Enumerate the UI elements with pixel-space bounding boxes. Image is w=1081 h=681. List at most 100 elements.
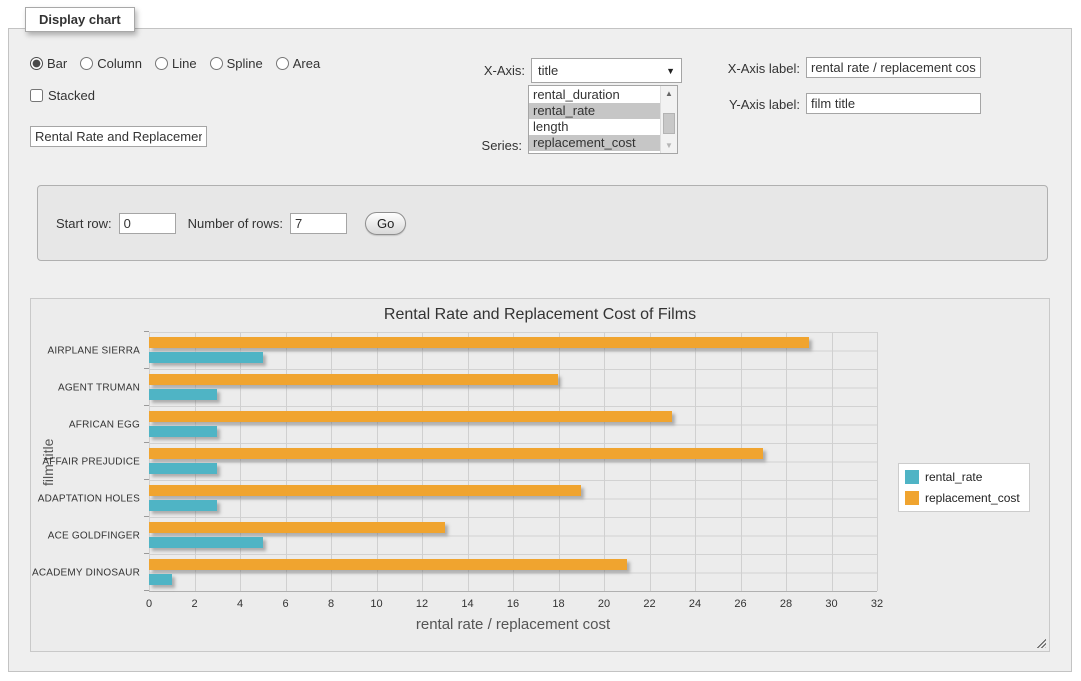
stacked-label: Stacked xyxy=(48,88,95,103)
x-axis-select-label: X-Axis: xyxy=(430,63,525,78)
x-tick-label: 24 xyxy=(689,598,701,610)
stacked-checkbox[interactable] xyxy=(30,89,43,102)
chart-title-input[interactable] xyxy=(30,126,207,147)
bar-rental_rate xyxy=(149,463,217,474)
x-tick-label: 2 xyxy=(191,598,197,610)
category-band: ACE GOLDFINGER xyxy=(149,517,877,554)
chart-type-option-area[interactable]: Area xyxy=(276,56,320,71)
bar-replacement_cost xyxy=(149,448,763,459)
radio-label: Column xyxy=(97,56,142,71)
legend-label: rental_rate xyxy=(925,470,982,484)
category-band: ADAPTATION HOLES xyxy=(149,480,877,517)
x-axis-title: rental rate / replacement cost xyxy=(149,616,877,633)
series-option-rental_rate[interactable]: rental_rate xyxy=(529,103,660,119)
category-band: AGENT TRUMAN xyxy=(149,369,877,406)
series-scrollbar[interactable]: ▲ ▼ xyxy=(660,86,677,153)
x-tick-label: 30 xyxy=(825,598,837,610)
radio-label: Area xyxy=(293,56,320,71)
x-axis-selected-value: title xyxy=(538,63,558,78)
chart-type-option-bar[interactable]: Bar xyxy=(30,56,67,71)
bar-rental_rate xyxy=(149,426,217,437)
caret-down-icon: ▼ xyxy=(666,66,675,76)
series-list-rows: rental_durationrental_ratelengthreplacem… xyxy=(529,87,660,151)
scroll-up-icon[interactable]: ▲ xyxy=(661,86,677,101)
radio-label: Line xyxy=(172,56,197,71)
x-tick-label: 6 xyxy=(282,598,288,610)
radio-bar[interactable] xyxy=(30,57,43,70)
chart-container: Rental Rate and Replacement Cost of Film… xyxy=(30,298,1050,652)
category-label: AFFAIR PREJUDICE xyxy=(42,456,140,467)
bar-rental_rate xyxy=(149,500,217,511)
resize-handle-icon[interactable] xyxy=(1035,637,1046,648)
radio-column[interactable] xyxy=(80,57,93,70)
bar-rental_rate xyxy=(149,389,217,400)
chart-type-radios: Bar Column Line Spline Area xyxy=(30,56,320,71)
y-axis-label-label: Y-Axis label: xyxy=(690,97,800,112)
legend-item-rental_rate[interactable]: rental_rate xyxy=(905,470,1020,484)
stacked-option[interactable]: Stacked xyxy=(30,88,95,103)
x-axis-label-label: X-Axis label: xyxy=(690,61,800,76)
num-rows-label: Number of rows: xyxy=(188,216,283,231)
bar-replacement_cost xyxy=(149,411,672,422)
x-tick-labels: 02468101214161820222426283032 xyxy=(149,598,877,612)
bar-replacement_cost xyxy=(149,337,809,348)
category-label: ACADEMY DINOSAUR xyxy=(32,567,140,578)
x-tick-label: 22 xyxy=(643,598,655,610)
x-tick-label: 8 xyxy=(328,598,334,610)
bar-replacement_cost xyxy=(149,485,581,496)
series-option-length[interactable]: length xyxy=(529,119,660,135)
x-tick-label: 18 xyxy=(552,598,564,610)
legend-item-replacement_cost[interactable]: replacement_cost xyxy=(905,491,1020,505)
category-band: AFFAIR PREJUDICE xyxy=(149,443,877,480)
bar-rental_rate xyxy=(149,352,263,363)
pagination-box: Start row: Number of rows: Go xyxy=(37,185,1048,261)
bar-rental_rate xyxy=(149,537,263,548)
bar-rental_rate xyxy=(149,574,172,585)
chart-title: Rental Rate and Replacement Cost of Film… xyxy=(31,306,1049,324)
vertical-gridline xyxy=(877,332,878,591)
category-band: AIRPLANE SIERRA xyxy=(149,332,877,369)
x-tick-label: 4 xyxy=(237,598,243,610)
bar-replacement_cost xyxy=(149,522,445,533)
radio-line[interactable] xyxy=(155,57,168,70)
page: Display chart Bar Column Line Spline Area St… xyxy=(0,0,1081,681)
radio-spline[interactable] xyxy=(210,57,223,70)
category-band: ACADEMY DINOSAUR xyxy=(149,554,877,591)
chart-type-option-column[interactable]: Column xyxy=(80,56,142,71)
series-option-replacement_cost[interactable]: replacement_cost xyxy=(529,135,660,151)
go-button[interactable]: Go xyxy=(365,212,406,235)
y-axis-label-input[interactable] xyxy=(806,93,981,114)
scroll-down-icon[interactable]: ▼ xyxy=(661,138,677,153)
bar-replacement_cost xyxy=(149,374,558,385)
x-tick-label: 28 xyxy=(780,598,792,610)
start-row-input[interactable] xyxy=(119,213,176,234)
start-row-label: Start row: xyxy=(56,216,112,231)
x-axis-label-input[interactable] xyxy=(806,57,981,78)
chart-type-option-spline[interactable]: Spline xyxy=(210,56,263,71)
series-listbox[interactable]: rental_durationrental_ratelengthreplacem… xyxy=(528,85,678,154)
chart-legend: rental_rate replacement_cost xyxy=(898,463,1030,512)
legend-swatch-icon xyxy=(905,491,919,505)
x-tick-label: 26 xyxy=(734,598,746,610)
x-tick-label: 16 xyxy=(507,598,519,610)
bar-replacement_cost xyxy=(149,559,627,570)
chart-type-option-line[interactable]: Line xyxy=(155,56,197,71)
panel-title: Display chart xyxy=(25,7,135,32)
x-axis-select[interactable]: title ▼ xyxy=(531,58,682,83)
legend-swatch-icon xyxy=(905,470,919,484)
num-rows-input[interactable] xyxy=(290,213,347,234)
radio-area[interactable] xyxy=(276,57,289,70)
series-option-rental_duration[interactable]: rental_duration xyxy=(529,87,660,103)
x-tick-label: 14 xyxy=(461,598,473,610)
category-label: ACE GOLDFINGER xyxy=(48,530,140,541)
category-label: AFRICAN EGG xyxy=(69,419,140,430)
x-tick-label: 0 xyxy=(146,598,152,610)
category-label: AIRPLANE SIERRA xyxy=(48,345,140,356)
plot-area: AIRPLANE SIERRAAGENT TRUMANAFRICAN EGGAF… xyxy=(149,332,877,592)
legend-label: replacement_cost xyxy=(925,491,1020,505)
x-tick-label: 32 xyxy=(871,598,883,610)
series-select-label: Series: xyxy=(430,138,522,153)
category-band: AFRICAN EGG xyxy=(149,406,877,443)
scrollbar-thumb[interactable] xyxy=(663,113,675,134)
radio-label: Bar xyxy=(47,56,67,71)
